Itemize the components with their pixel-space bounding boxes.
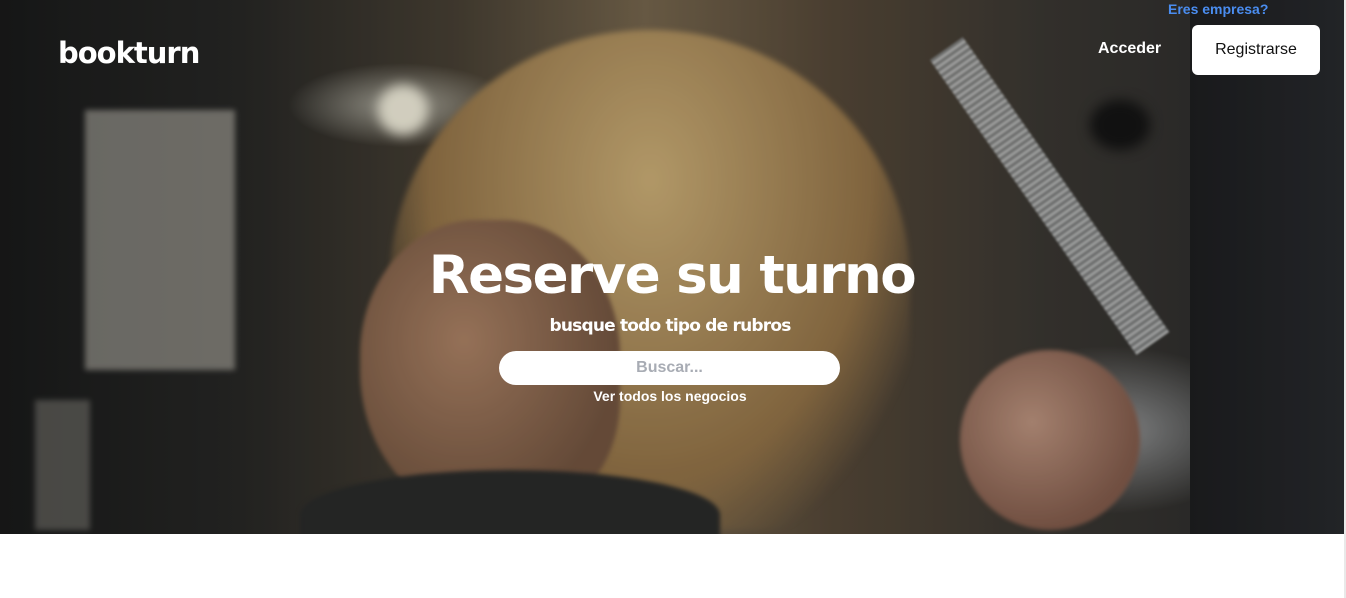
hero-subtitle: busque todo tipo de rubros bbox=[549, 316, 791, 336]
business-signup-link[interactable]: Eres empresa? bbox=[1168, 1, 1268, 17]
search-input[interactable] bbox=[499, 351, 840, 385]
view-all-businesses-link[interactable]: Ver todos los negocios bbox=[0, 388, 1340, 404]
page: bookturn Eres empresa? Acceder Registrar… bbox=[0, 0, 1346, 598]
brand-logo[interactable]: bookturn bbox=[58, 36, 200, 70]
hero-banner: bookturn Eres empresa? Acceder Registrar… bbox=[0, 0, 1344, 534]
login-link[interactable]: Acceder bbox=[1098, 40, 1161, 58]
hero-title: Reserve su turno bbox=[428, 245, 917, 306]
register-button[interactable]: Registrarse bbox=[1192, 25, 1320, 75]
